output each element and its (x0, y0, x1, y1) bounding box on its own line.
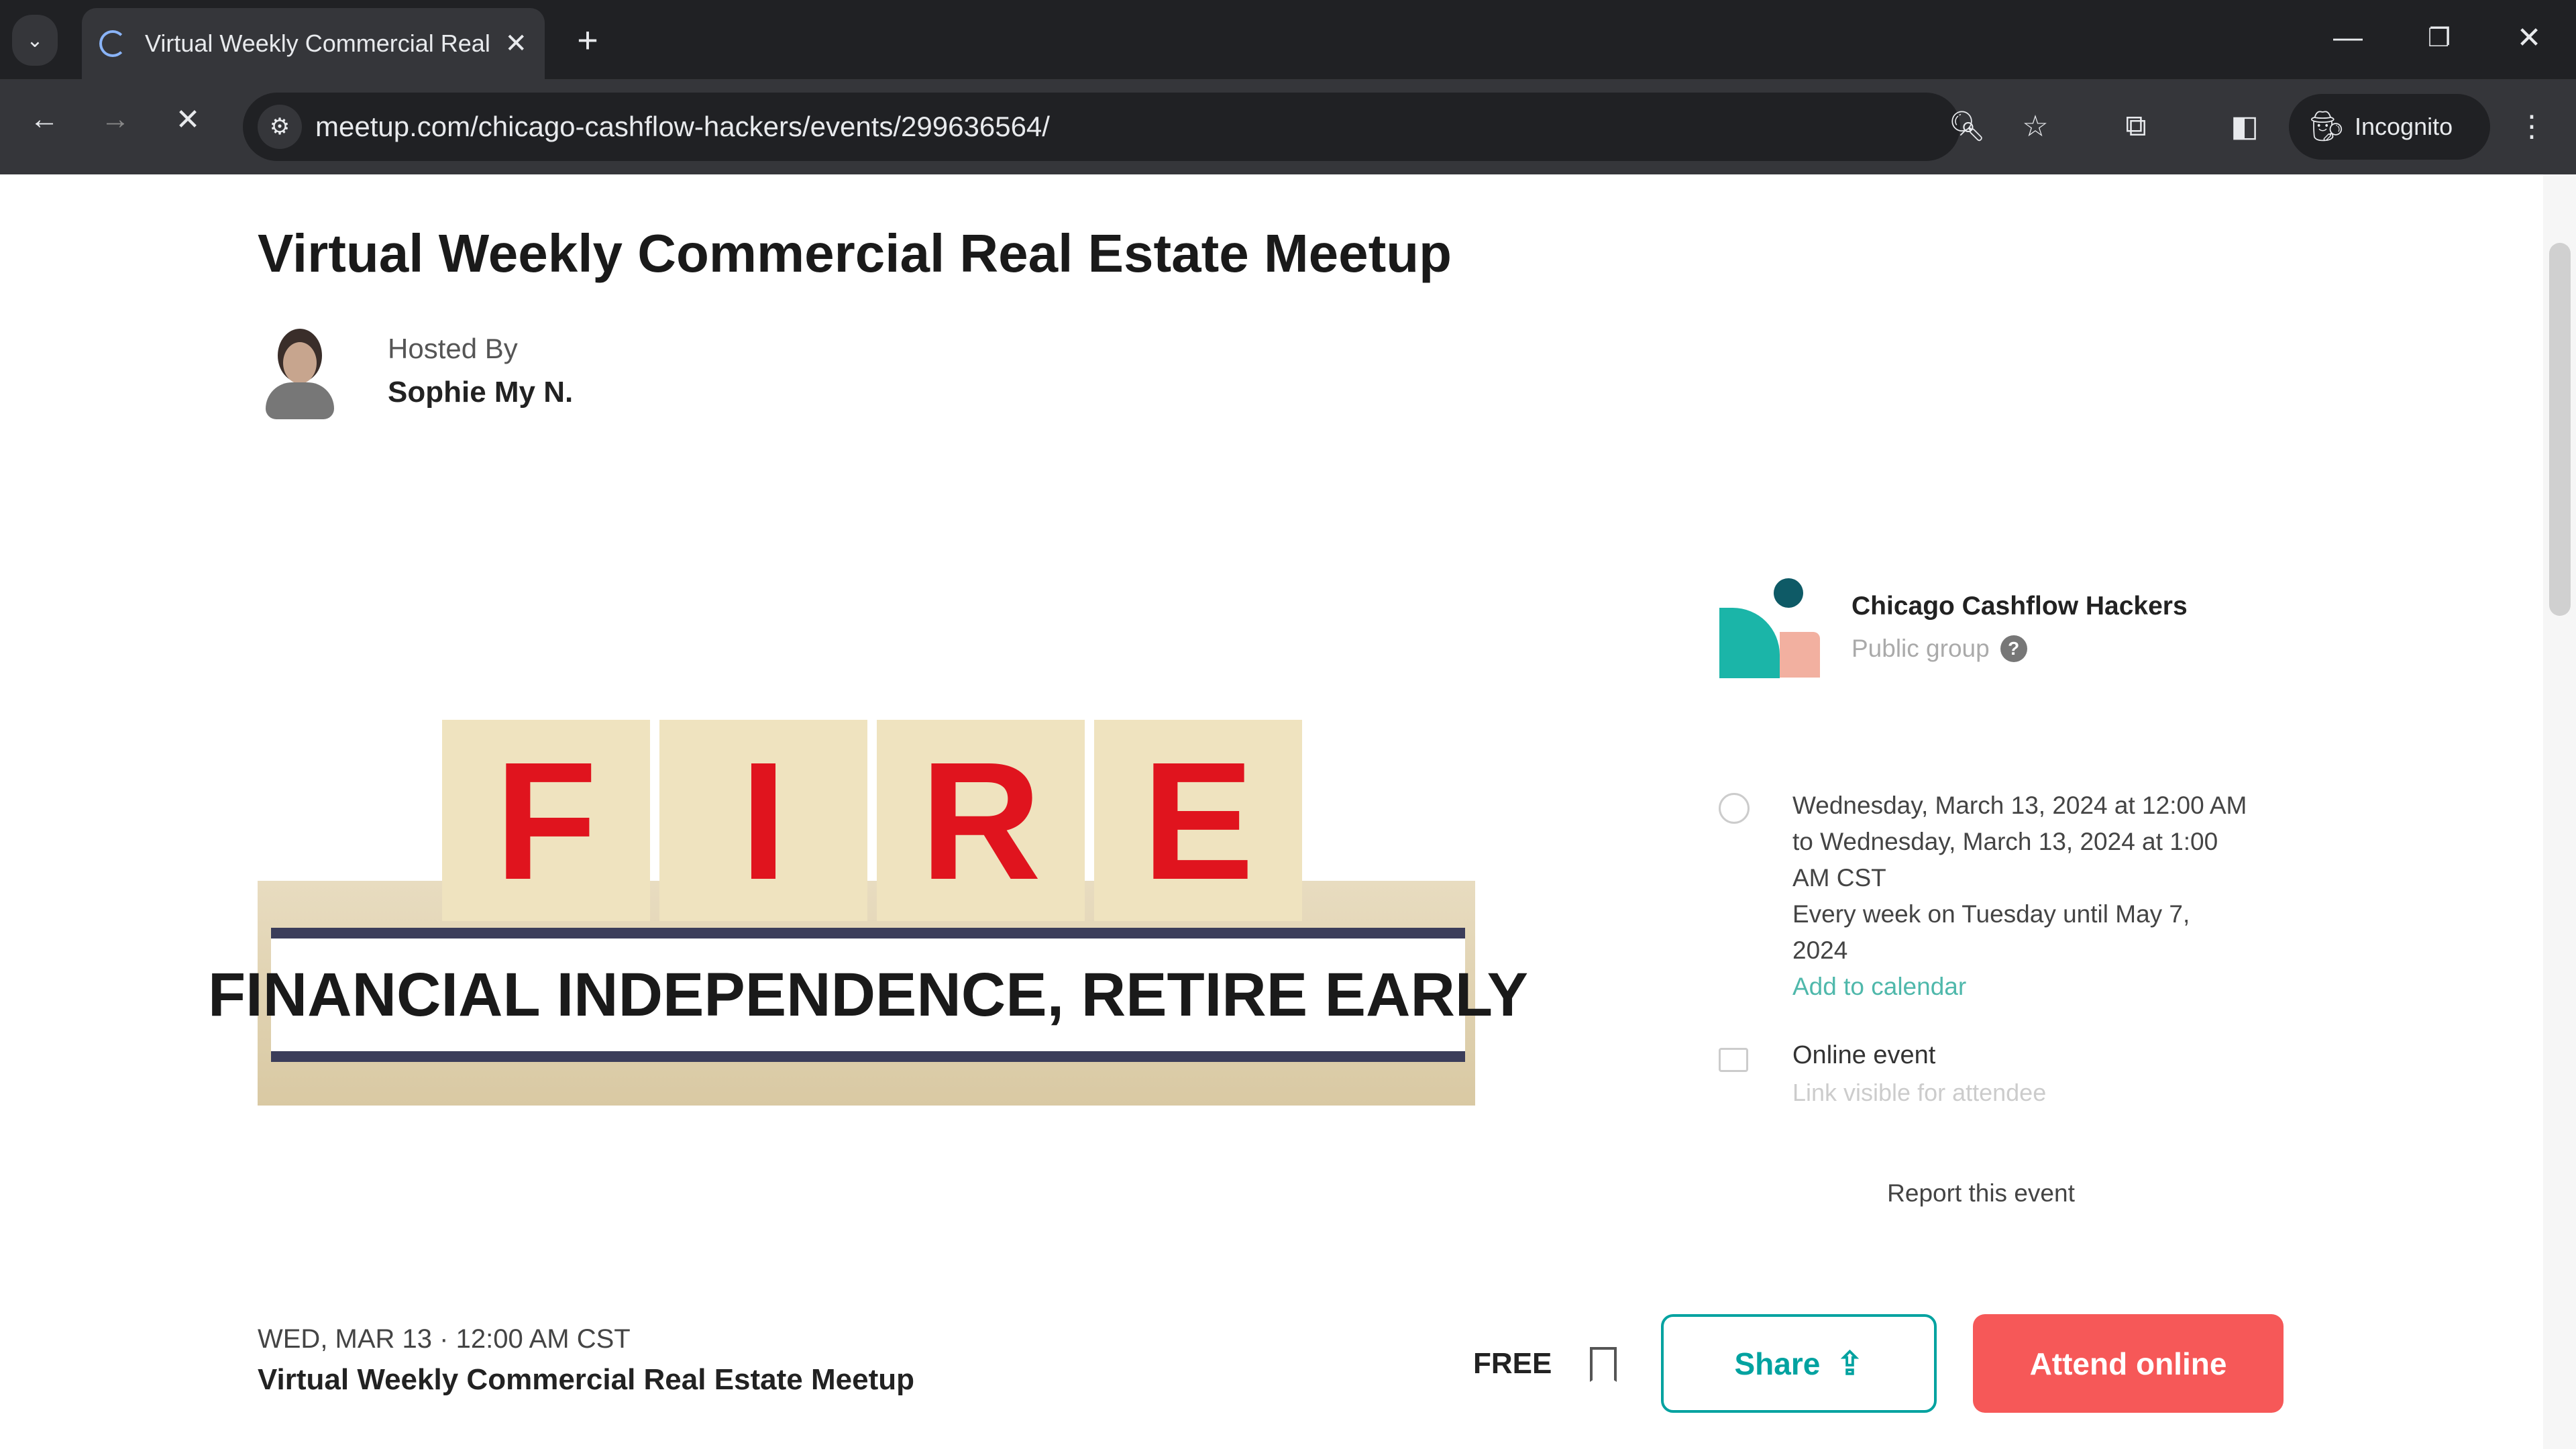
group-type-label: Public group (1851, 635, 1990, 662)
event-recurrence: Every week on Tuesday until May 7, 2024 (1792, 900, 2190, 964)
group-name[interactable]: Chicago Cashflow Hackers (1851, 592, 2188, 621)
event-datetime-block: Wednesday, March 13, 2024 at 12:00 AM to… (1792, 788, 2249, 1005)
attend-online-button[interactable]: Attend online (1973, 1314, 2284, 1413)
help-icon[interactable]: ? (2000, 635, 2027, 662)
close-window-icon[interactable]: ✕ (2509, 17, 2549, 58)
video-icon (1719, 1048, 1748, 1072)
menu-icon[interactable]: ⋮ (2512, 106, 2552, 146)
extensions-icon[interactable]: ⧉ (2116, 106, 2156, 146)
clock-icon (1719, 793, 1750, 824)
event-datetime: Wednesday, March 13, 2024 at 12:00 AM to… (1792, 792, 2247, 892)
letter-block: R (877, 720, 1085, 921)
address-bar[interactable]: ⚙ meetup.com/chicago-cashflow-hackers/ev… (243, 93, 1986, 161)
site-settings-icon[interactable]: ⚙ (258, 105, 302, 149)
page-title: Virtual Weekly Commercial Real Estate Me… (258, 223, 1452, 283)
letter-block: E (1094, 720, 1302, 921)
image-caption: FINANCIAL INDEPENDENCE, RETIRE EARLY (208, 928, 1528, 1062)
report-event-link[interactable]: Report this event (1811, 1179, 2151, 1208)
event-image: F I R E FINANCIAL INDEPENDENCE, RETIRE E… (208, 706, 1528, 1106)
side-panel-icon[interactable]: ◧ (2224, 106, 2265, 146)
bookmark-star-icon[interactable]: ☆ (2015, 106, 2055, 146)
back-icon[interactable]: ← (24, 99, 64, 140)
incognito-icon: 🕵︎ (2308, 110, 2345, 143)
link-note: Link visible for attendee (1792, 1079, 2047, 1106)
footer-title: Virtual Weekly Commercial Real Estate Me… (258, 1363, 914, 1396)
letter-block: I (659, 720, 867, 921)
tab-search-button[interactable]: ⌄ (12, 15, 58, 66)
zoom-magnifier-icon[interactable]: ⌕ (1948, 106, 1988, 146)
restore-icon[interactable]: ❐ (2419, 17, 2459, 58)
hosted-by-label: Hosted By (388, 333, 518, 364)
share-button[interactable]: Share ⇪ (1661, 1314, 1937, 1413)
event-location: Online event (1792, 1041, 1936, 1069)
stop-loading-icon[interactable]: ✕ (168, 99, 208, 140)
scrollbar-thumb[interactable] (2549, 243, 2571, 616)
tab-title: Virtual Weekly Commercial Real (145, 30, 490, 57)
loading-icon (99, 30, 126, 57)
browser-tab[interactable]: Virtual Weekly Commercial Real ✕ (82, 8, 545, 79)
tab-close-icon[interactable]: ✕ (504, 28, 527, 59)
group-logo[interactable] (1717, 578, 1824, 691)
incognito-indicator[interactable]: 🕵︎ Incognito (2289, 94, 2490, 160)
new-tab-icon[interactable]: + (568, 20, 608, 60)
minimize-icon[interactable]: — (2328, 17, 2368, 58)
host-name[interactable]: Sophie My N. (388, 376, 573, 409)
letter-block: F (442, 720, 650, 921)
host-avatar[interactable] (263, 329, 337, 419)
price-label: FREE (1473, 1347, 1552, 1380)
save-bookmark-icon[interactable] (1590, 1347, 1617, 1382)
group-type: Public group ? (1851, 635, 2027, 663)
tab-strip: ⌄ Virtual Weekly Commercial Real ✕ + — ❐… (0, 0, 2576, 79)
share-icon: ⇪ (1836, 1346, 1864, 1382)
footer-date: WED, MAR 13 · 12:00 AM CST (258, 1324, 631, 1354)
url-text[interactable]: meetup.com/chicago-cashflow-hackers/even… (315, 111, 1050, 143)
add-to-calendar-link[interactable]: Add to calendar (1792, 969, 2249, 1005)
share-label: Share (1734, 1346, 1821, 1381)
forward-icon[interactable]: → (95, 99, 136, 140)
incognito-label: Incognito (2355, 113, 2453, 140)
